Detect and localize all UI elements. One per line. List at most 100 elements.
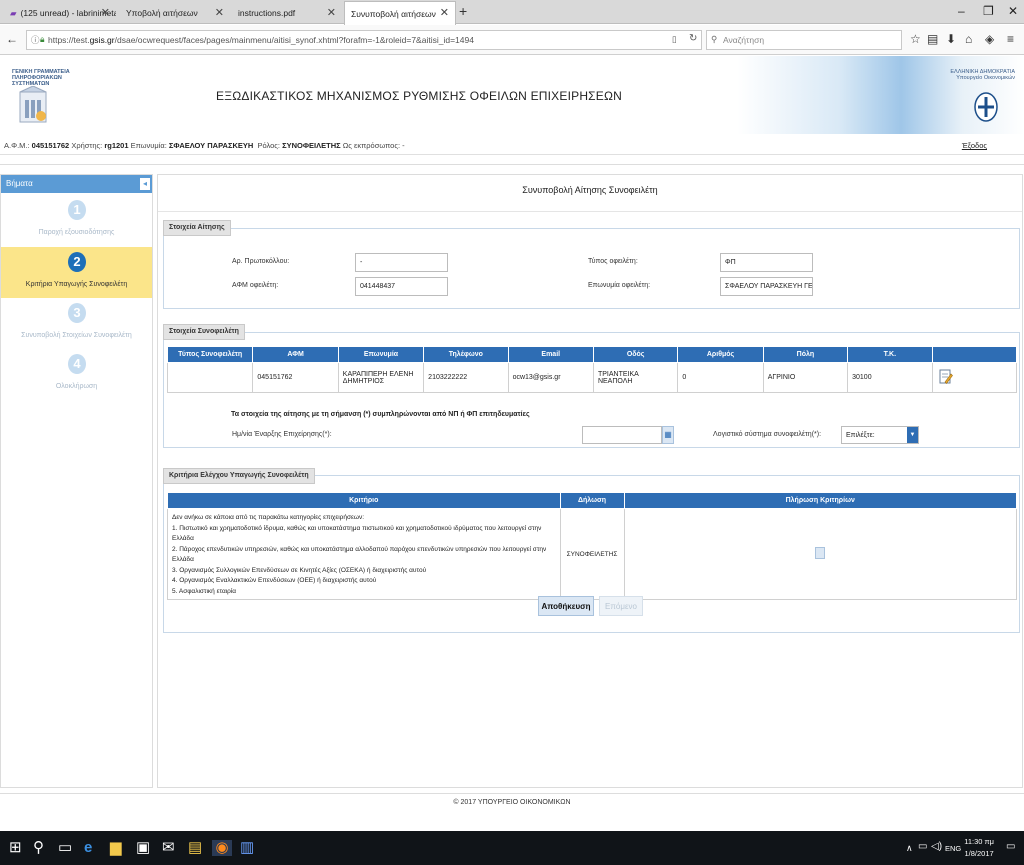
restore-icon[interactable]: ❐ [983,4,994,18]
step-label: Παροχή εξουσιοδότησης [38,229,115,236]
url-bar[interactable]: ⓘ 🔒︎ https://test.gsis.gr/dsae/ocwreques… [26,30,702,50]
tab-label: Συνυποβολή αιτήσεων [351,8,436,19]
cell-number: 0 [677,362,764,393]
bookmark-star-icon[interactable]: ☆ [910,33,921,45]
footer-copyright: © 2017 ΥΠΟΥΡΓΕΙΟ ΟΙΚΟΝΟΜΙΚΩΝ [453,799,571,806]
table-row: 045151762 ΚΑΡΑΠΙΠΕΡΗ ΕΛΕΝΗ ΔΗΜΗΤΡΙΟΣ 210… [166,362,1018,393]
edge-icon[interactable]: e [84,840,92,856]
tab-submit-requests[interactable]: Υποβολή αιτήσεων ✕ [120,2,230,24]
edit-icon[interactable] [939,369,953,387]
criteria-line: 3. Οργανισμός Συλλογικών Επενδύσεων σε Κ… [172,566,427,574]
criteria-line: 4. Οργανισμός Εναλλακτικών Επενδύσεων (Ο… [172,577,377,584]
info-icon[interactable]: ⓘ [31,34,40,46]
debtor-type-field[interactable]: ΦΠ [720,253,813,272]
tab-label: instructions.pdf [238,8,296,18]
clock[interactable]: 11:30 πμ 1/8/2017 [964,836,994,860]
start-date-input[interactable] [582,426,662,444]
accounting-selected: Επιλέξτε: [846,432,875,439]
column-header: Οδός [592,346,679,363]
next-button[interactable]: Επόμενο [599,596,643,616]
accounting-label: Λογιστικό σύστημα συνοφειλέτη(*): [713,431,822,438]
accounting-select[interactable]: Επιλέξτε: ▼ [841,426,919,444]
rep-value: - [402,141,405,150]
criteria-line: 5. Ασφαλιστική εταιρία [172,587,237,595]
step-label: Κριτήρια Υπαγωγής Συνοφειλέτη [25,281,128,288]
exit-link[interactable]: Έξοδος [962,141,987,150]
notes-icon[interactable]: ▤ [188,840,202,856]
ministry-line: Υπουργείο Οικονομικών [956,75,1015,81]
task-view-icon[interactable]: ▭ [58,840,72,856]
footer: © 2017 ΥΠΟΥΡΓΕΙΟ ΟΙΚΟΝΟΜΙΚΩΝ [0,793,1024,831]
column-header: ΑΦΜ [252,346,339,363]
afm-value: 045151762 [31,141,70,150]
protocol-field[interactable]: - [355,253,448,272]
tab-co-submission[interactable]: Συνυποβολή αιτήσεων ✕ [344,1,456,25]
criteria-line: 2. Πάροχος επενδυτικών υπηρεσιών, καθώς … [172,545,547,564]
fulfilled-checkbox[interactable] [815,547,826,559]
url-path: /dsae/ocwrequest/faces/pages/mainmenu/ai… [114,35,474,45]
notifications-icon[interactable]: ▭ [1006,841,1015,852]
debtor-name-field[interactable]: ΣΦΑΕΛΟΥ ΠΑΡΑΣΚΕΥΗ ΓΕΩΡΓΙΟΣ [720,277,813,296]
tab-instructions-pdf[interactable]: instructions.pdf ✕ [232,2,342,24]
volume-icon[interactable]: ◁) [931,841,942,852]
search-icon: ⚲ [711,34,718,44]
reading-list-icon[interactable]: ▤ [927,33,938,45]
back-icon[interactable]: ← [6,33,18,45]
name-label: Επωνυμία: [130,141,167,150]
windows-start-icon[interactable]: ⊞ [9,840,22,856]
menu-icon[interactable]: ≡ [1007,33,1014,45]
debtor-afm-field[interactable]: 041448437 [355,277,448,296]
cell-email: ocw13@gsis.gr [507,362,594,393]
column-header: Τ.Κ. [847,346,933,363]
afm-label: Α.Φ.Μ.: [4,141,30,150]
cell-street: ΤΡΙΑΝΤΕΙΚΑ ΝΕΑΠΟΛΗ [592,362,679,393]
reader-icon[interactable]: ▯ [672,34,677,45]
new-tab-button[interactable]: + [459,3,467,19]
search-bar[interactable]: ⚲ Αναζήτηση [706,30,902,50]
collapse-sidebar-button[interactable]: ◂ [140,178,150,190]
step-authorization[interactable]: 1 Παροχή εξουσιοδότησης [1,195,152,246]
mandatory-note: Τα στοιχεία της αίτησης με τη σήμανση (*… [231,411,530,418]
criteria-text-cell: Δεν ανήκω σε κάποια από τις παρακάτω κατ… [167,508,561,600]
debtor-type-label: Τύπος οφειλέτη: [588,258,638,265]
word-icon[interactable]: ▥ [240,840,254,856]
language-indicator[interactable]: ENG [945,844,961,853]
mail-icon[interactable]: ✉ [162,840,175,856]
calendar-icon[interactable]: ▦ [662,426,674,444]
pocket-icon[interactable]: ◈ [985,33,994,45]
save-button[interactable]: Αποθήκευση [538,596,594,616]
tab-mail[interactable]: ▰ (125 unread) - labrinimetax ✕ [4,2,116,24]
divider [0,164,1024,165]
search-icon[interactable]: ⚲ [33,840,44,856]
step-criteria[interactable]: 2 Κριτήρια Υπαγωγής Συνοφειλέτη [1,247,152,298]
download-icon[interactable]: ⬇ [946,33,956,45]
user-value: rg1201 [104,141,129,150]
fulfilled-cell [623,508,1017,600]
codebtor-panel: Τύπος Συνοφειλέτη ΑΦΜ Επωνυμία Τηλέφωνο … [163,332,1020,448]
chevron-down-icon[interactable]: ▼ [907,427,918,443]
firefox-icon[interactable]: ◉ [212,840,232,856]
cell-type [166,362,254,393]
close-window-icon[interactable]: ✕ [1008,4,1018,18]
step-co-submission[interactable]: 3 Συνυποβολή Στοιχείων Συνοφειλέτη [1,298,152,349]
greek-emblem-icon [974,92,998,122]
network-icon[interactable]: ▭ [918,841,927,852]
home-icon[interactable]: ⌂ [965,33,972,45]
column-header: Πλήρωση Κριτηρίων [623,492,1017,509]
chevron-up-icon[interactable]: ∧ [906,843,913,854]
reload-icon[interactable]: ↻ [689,33,697,44]
file-explorer-icon[interactable]: ▆ [110,840,122,856]
step-completion[interactable]: 4 Ολοκλήρωση [1,349,152,400]
gsis-org-text: ΓΕΝΙΚΗ ΓΡΑΜΜΑΤΕΙΑ ΠΛΗΡΟΦΟΡΙΑΚΩΝ ΣΥΣΤΗΜΑΤ… [12,69,92,87]
minimize-icon[interactable]: – [958,4,965,18]
close-tab-icon[interactable]: ✕ [327,6,336,19]
site-title: ΕΞΩΔΙΚΑΣΤΙΚΟΣ ΜΗΧΑΝΙΣΜΟΣ ΡΥΘΜΙΣΗΣ ΟΦΕΙΛΩ… [216,89,623,103]
close-tab-icon[interactable]: ✕ [215,6,224,19]
close-tab-icon[interactable]: ✕ [101,6,110,19]
criteria-line: 1. Πιστωτικό και χρηματοδοτικό ίδρυμα, κ… [172,524,542,543]
column-header [931,346,1018,363]
url-host: gsis.gr [89,35,115,45]
user-label: Χρήστης: [71,141,103,150]
store-icon[interactable]: ▣ [136,840,150,856]
close-tab-icon[interactable]: ✕ [440,6,449,19]
